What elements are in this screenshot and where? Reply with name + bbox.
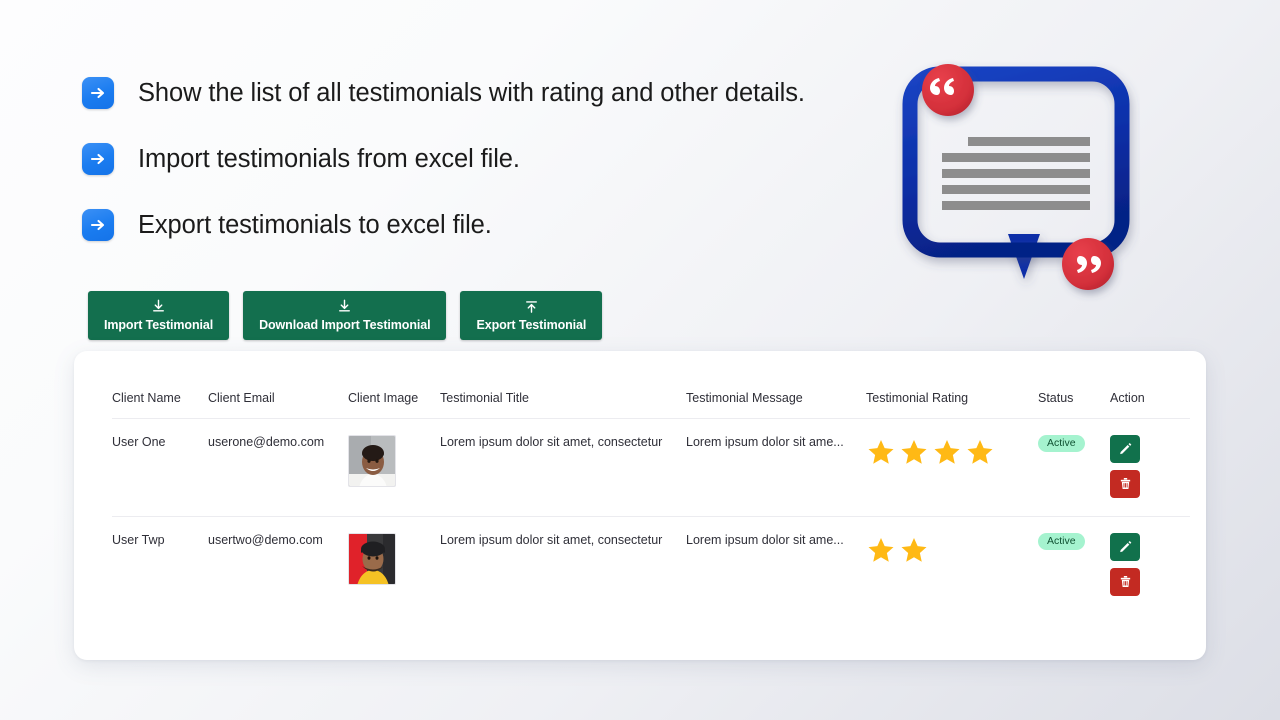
feature-item-3-label: Export testimonials to excel file. xyxy=(138,210,492,239)
export-testimonial-button[interactable]: Export Testimonial xyxy=(460,291,603,340)
column-header-client-image: Client Image xyxy=(348,390,419,405)
pencil-icon xyxy=(1118,441,1133,456)
testimonials-table-card: Client Name Client Email Client Image Te… xyxy=(74,351,1206,660)
import-testimonial-label: Import Testimonial xyxy=(104,318,214,332)
testimonials-table: Client Name Client Email Client Image Te… xyxy=(112,351,1190,614)
feature-item-3: Export testimonials to excel file. xyxy=(82,192,862,258)
column-header-testimonial-message: Testimonial Message xyxy=(686,390,803,405)
row-action-group xyxy=(1110,434,1190,498)
pencil-icon xyxy=(1118,539,1133,554)
feature-list: Show the list of all testimonials with r… xyxy=(82,60,862,258)
download-import-testimonial-label: Download Import Testimonial xyxy=(259,318,431,332)
bubble-text-lines xyxy=(942,137,1090,210)
cell-client-name: User Twp xyxy=(112,532,165,547)
feature-item-2-label: Import testimonials from excel file. xyxy=(138,144,520,173)
rating-stars xyxy=(866,533,1038,565)
cell-client-email: usertwo@demo.com xyxy=(208,532,323,547)
feature-item-1: Show the list of all testimonials with r… xyxy=(82,60,862,126)
status-badge: Active xyxy=(1038,434,1085,452)
cell-testimonial-message: Lorem ipsum dolor sit ame... xyxy=(686,532,844,547)
table-row: User One userone@demo.com Lorem ipsum do… xyxy=(112,418,1190,516)
trash-icon xyxy=(1118,476,1133,491)
cell-action xyxy=(1110,418,1190,516)
cell-testimonial-rating xyxy=(866,516,1038,614)
arrow-right-icon xyxy=(82,209,114,241)
delete-row-button[interactable] xyxy=(1110,469,1140,498)
column-header-client-name: Client Name xyxy=(112,390,181,405)
upload-icon xyxy=(523,298,540,315)
client-photo-one xyxy=(348,434,396,487)
cell-client-image xyxy=(348,516,440,614)
cell-client-image xyxy=(348,418,440,516)
download-icon xyxy=(336,298,353,315)
edit-row-button[interactable] xyxy=(1110,434,1140,463)
star-icon xyxy=(899,535,929,565)
row-action-group xyxy=(1110,532,1190,596)
delete-row-button[interactable] xyxy=(1110,567,1140,596)
quote-close-badge xyxy=(1062,238,1114,290)
feature-item-1-label: Show the list of all testimonials with r… xyxy=(138,78,805,107)
star-icon xyxy=(932,437,962,467)
column-header-status: Status xyxy=(1038,390,1074,405)
cell-testimonial-message: Lorem ipsum dolor sit ame... xyxy=(686,434,844,449)
status-badge: Active xyxy=(1038,532,1085,550)
star-icon xyxy=(866,437,896,467)
star-icon xyxy=(899,437,929,467)
quote-open-badge xyxy=(922,64,974,116)
column-header-action: Action xyxy=(1110,390,1145,405)
toolbar: Import Testimonial Download Import Testi… xyxy=(88,291,603,340)
arrow-right-icon xyxy=(82,77,114,109)
table-row: User Twp usertwo@demo.com Lorem ipsum do… xyxy=(112,516,1190,614)
cell-action xyxy=(1110,516,1190,614)
import-testimonial-button[interactable]: Import Testimonial xyxy=(88,291,230,340)
cell-testimonial-rating xyxy=(866,418,1038,516)
column-header-testimonial-rating: Testimonial Rating xyxy=(866,390,969,405)
cell-status: Active xyxy=(1038,516,1110,614)
column-header-testimonial-title: Testimonial Title xyxy=(440,390,529,405)
download-icon xyxy=(150,298,167,315)
download-import-testimonial-button[interactable]: Download Import Testimonial xyxy=(243,291,447,340)
table-header: Client Name Client Email Client Image Te… xyxy=(112,351,1190,418)
cell-testimonial-title: Lorem ipsum dolor sit amet, consectetur xyxy=(440,532,663,547)
star-icon xyxy=(866,535,896,565)
client-photo-two xyxy=(348,532,396,585)
cell-client-name: User One xyxy=(112,434,166,449)
trash-icon xyxy=(1118,574,1133,589)
arrow-right-icon xyxy=(82,143,114,175)
export-testimonial-label: Export Testimonial xyxy=(476,318,587,332)
column-header-client-email: Client Email xyxy=(208,390,275,405)
feature-item-2: Import testimonials from excel file. xyxy=(82,126,862,192)
edit-row-button[interactable] xyxy=(1110,532,1140,561)
cell-status: Active xyxy=(1038,418,1110,516)
cell-client-email: userone@demo.com xyxy=(208,434,325,449)
testimonial-speech-bubble-illustration xyxy=(890,52,1140,308)
cell-testimonial-title: Lorem ipsum dolor sit amet, consectetur xyxy=(440,434,663,449)
rating-stars xyxy=(866,435,1038,467)
star-icon xyxy=(965,437,995,467)
